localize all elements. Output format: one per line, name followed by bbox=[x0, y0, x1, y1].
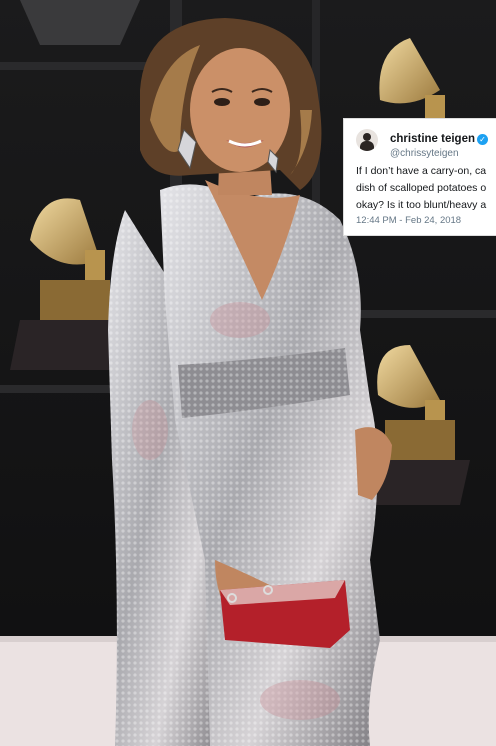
photo-scene: christine teigen ✓ @chrissyteigen If I do… bbox=[0, 0, 496, 746]
tweet-timestamp: 12:44 PM - Feb 24, 2018 bbox=[356, 215, 462, 226]
red-carpet-photo bbox=[0, 0, 496, 746]
avatar bbox=[356, 129, 378, 151]
check-badge-icon: ✓ bbox=[477, 134, 488, 145]
tweet-header: christine teigen ✓ @chrissyteigen bbox=[356, 129, 496, 163]
tweet-card: christine teigen ✓ @chrissyteigen If I do… bbox=[343, 118, 496, 236]
face bbox=[190, 48, 290, 172]
gramophone-trophy-top-left bbox=[20, 0, 140, 45]
user-handle: @chrissyteigen bbox=[390, 148, 459, 159]
tweet-author: christine teigen ✓ @chrissyteigen bbox=[390, 129, 488, 159]
display-name: christine teigen bbox=[390, 133, 475, 145]
tweet-text-line: okay? Is it too blunt/heavy a bbox=[356, 199, 487, 211]
tweet-text-line: If I don’t have a carry-on, ca bbox=[356, 165, 487, 177]
tweet-text-line: dish of scalloped potatoes o bbox=[356, 182, 487, 194]
